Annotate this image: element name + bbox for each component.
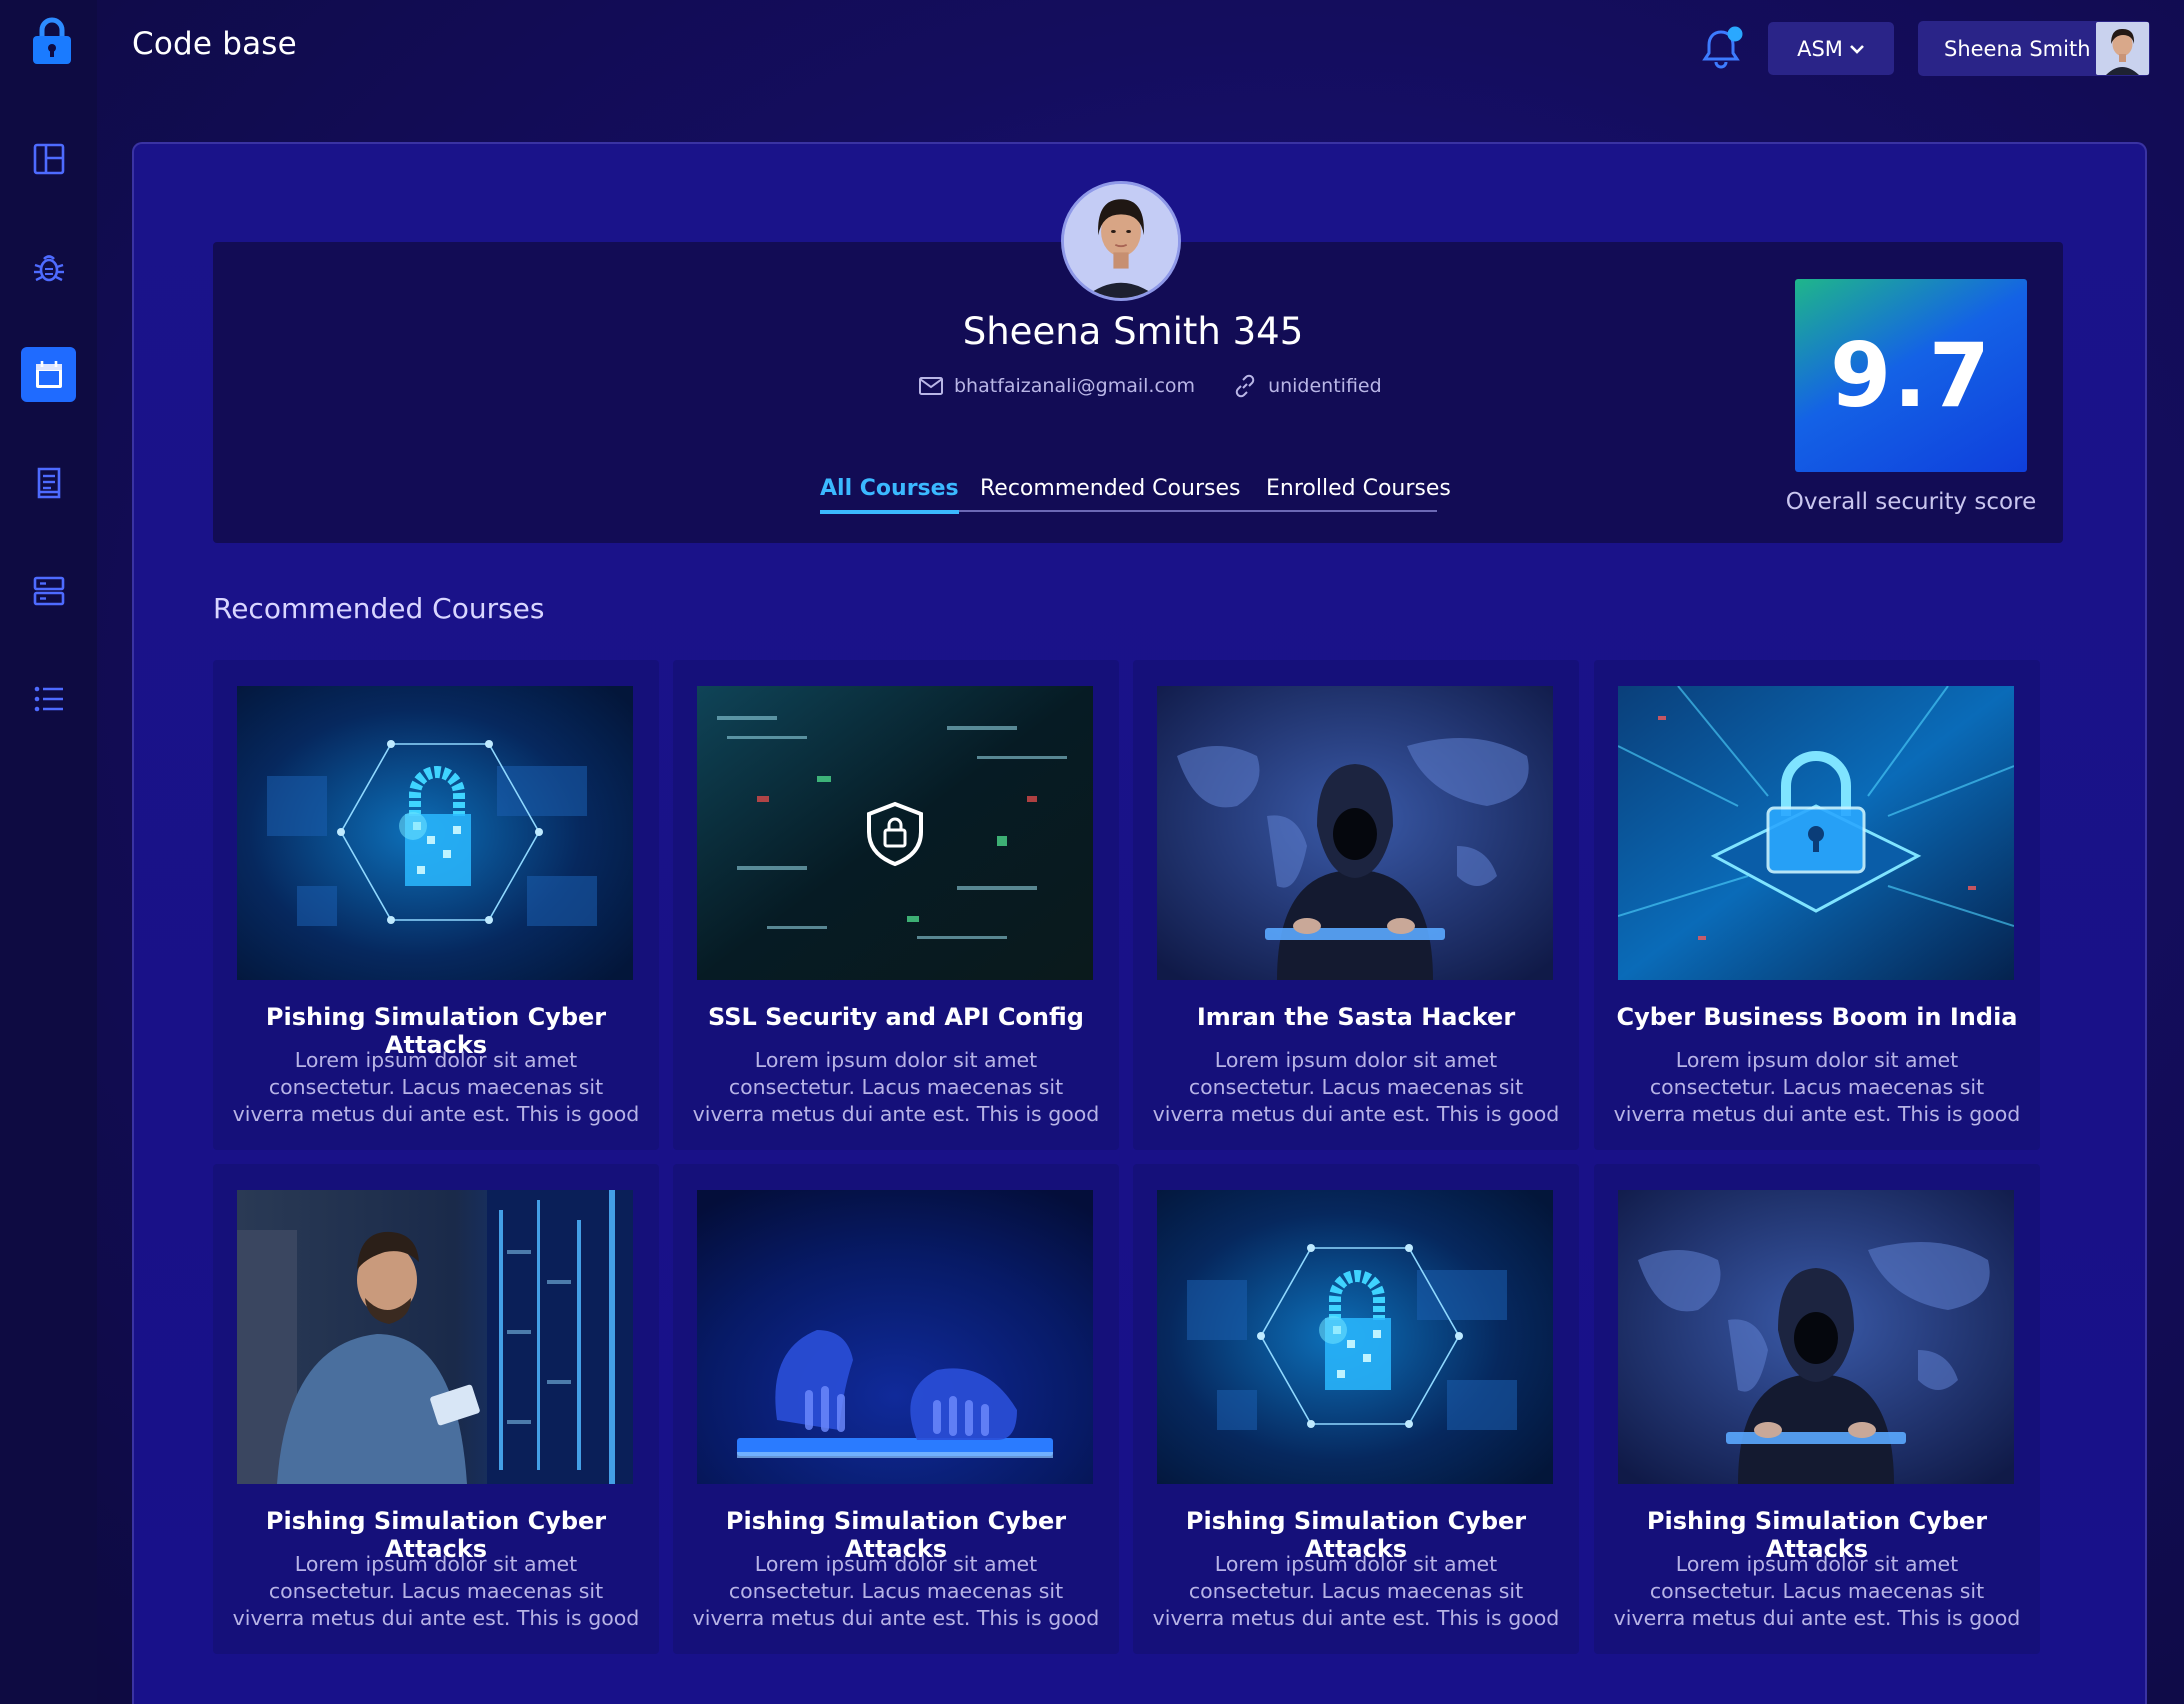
course-thumbnail-chip-padlock — [1618, 686, 2014, 980]
course-card[interactable]: Pishing Simulation Cyber Attacks Lorem ip… — [673, 1164, 1119, 1654]
chevron-down-icon — [1849, 44, 1864, 54]
course-description: Lorem ipsum dolor sit amet consectetur. … — [692, 1048, 1100, 1126]
server-icon — [33, 576, 64, 605]
profile-email-text: bhatfaizanali@gmail.com — [954, 375, 1196, 397]
document-icon — [37, 467, 60, 498]
course-card[interactable]: SSL Security and API Config Lorem ipsum d… — [673, 660, 1119, 1150]
tab-enrolled-courses[interactable]: Enrolled Courses — [1266, 476, 1451, 512]
course-title[interactable]: SSL Security and API Config — [673, 1003, 1119, 1031]
course-thumbnail-hands-keyboard — [697, 1190, 1093, 1484]
course-thumbnail-hooded-hacker — [1618, 1190, 2014, 1484]
course-description: Lorem ipsum dolor sit amet consectetur. … — [1152, 1552, 1560, 1630]
sidebar-item-calendar[interactable] — [21, 347, 76, 402]
padlock-logo-icon[interactable] — [29, 16, 75, 66]
link-icon — [1235, 374, 1255, 398]
sidebar-item-reports[interactable] — [21, 455, 76, 510]
profile-meta: bhatfaizanali@gmail.com unidentified — [917, 372, 1418, 400]
sidebar-item-dashboard[interactable] — [21, 131, 76, 186]
course-thumbnail-padlock-network — [237, 686, 633, 980]
course-description: Lorem ipsum dolor sit amet consectetur. … — [232, 1048, 640, 1126]
mail-icon — [919, 377, 943, 395]
course-card[interactable]: Pishing Simulation Cyber Attacks Lorem ip… — [213, 1164, 659, 1654]
sidebar — [0, 0, 97, 1704]
sidebar-item-list[interactable] — [21, 671, 76, 726]
profile-link[interactable]: unidentified — [1231, 372, 1382, 400]
course-thumbnail-padlock-network — [1157, 1190, 1553, 1484]
course-description: Lorem ipsum dolor sit amet consectetur. … — [232, 1552, 640, 1630]
security-score-label: Overall security score — [1785, 489, 2037, 515]
course-card[interactable]: Imran the Sasta Hacker Lorem ipsum dolor … — [1133, 660, 1579, 1150]
tab-recommended-courses[interactable]: Recommended Courses — [980, 476, 1240, 512]
notification-bell-icon[interactable] — [1700, 24, 1744, 70]
course-description: Lorem ipsum dolor sit amet consectetur. … — [1613, 1048, 2021, 1126]
org-selector-label: ASM — [1797, 36, 1843, 61]
course-thumbnail-server-technician — [237, 1190, 633, 1484]
notification-dot — [1727, 26, 1743, 42]
course-description: Lorem ipsum dolor sit amet consectetur. … — [1613, 1552, 2021, 1630]
course-thumbnail-hooded-hacker — [1157, 686, 1553, 980]
layout-dashboard-icon — [33, 143, 64, 174]
course-title[interactable]: Imran the Sasta Hacker — [1133, 1003, 1579, 1031]
course-thumbnail-shield-circuit — [697, 686, 1093, 980]
bug-icon — [33, 254, 64, 281]
course-title[interactable]: Cyber Business Boom in India — [1594, 1003, 2040, 1031]
course-card[interactable]: Pishing Simulation Cyber Attacks Lorem ip… — [213, 660, 659, 1150]
list-icon — [34, 686, 63, 711]
tab-all-courses[interactable]: All Courses — [820, 476, 959, 514]
course-card[interactable]: Pishing Simulation Cyber Attacks Lorem ip… — [1133, 1164, 1579, 1654]
sidebar-item-vulnerabilities[interactable] — [21, 240, 76, 295]
app-title: Code base — [132, 26, 297, 62]
sidebar-item-servers[interactable] — [21, 563, 76, 618]
avatar — [2096, 22, 2149, 75]
profile-name: Sheena Smith 345 — [962, 310, 1304, 353]
security-score-value: 9.7 — [1795, 279, 2027, 472]
course-tabs: All Courses Recommended Courses Enrolled… — [820, 476, 1451, 514]
course-description: Lorem ipsum dolor sit amet consectetur. … — [1152, 1048, 1560, 1126]
user-menu-name: Sheena Smith — [1944, 36, 2091, 61]
profile-avatar — [1061, 181, 1181, 301]
profile-email[interactable]: bhatfaizanali@gmail.com — [917, 372, 1195, 400]
course-card[interactable]: Pishing Simulation Cyber Attacks Lorem ip… — [1594, 1164, 2040, 1654]
course-description: Lorem ipsum dolor sit amet consectetur. … — [692, 1552, 1100, 1630]
profile-link-text: unidentified — [1268, 375, 1382, 397]
calendar-icon — [35, 360, 62, 388]
course-card[interactable]: Cyber Business Boom in India Lorem ipsum … — [1594, 660, 2040, 1150]
org-selector[interactable]: ASM — [1768, 22, 1894, 75]
user-menu[interactable]: Sheena Smith — [1918, 21, 2150, 76]
section-title: Recommended Courses — [213, 592, 545, 625]
